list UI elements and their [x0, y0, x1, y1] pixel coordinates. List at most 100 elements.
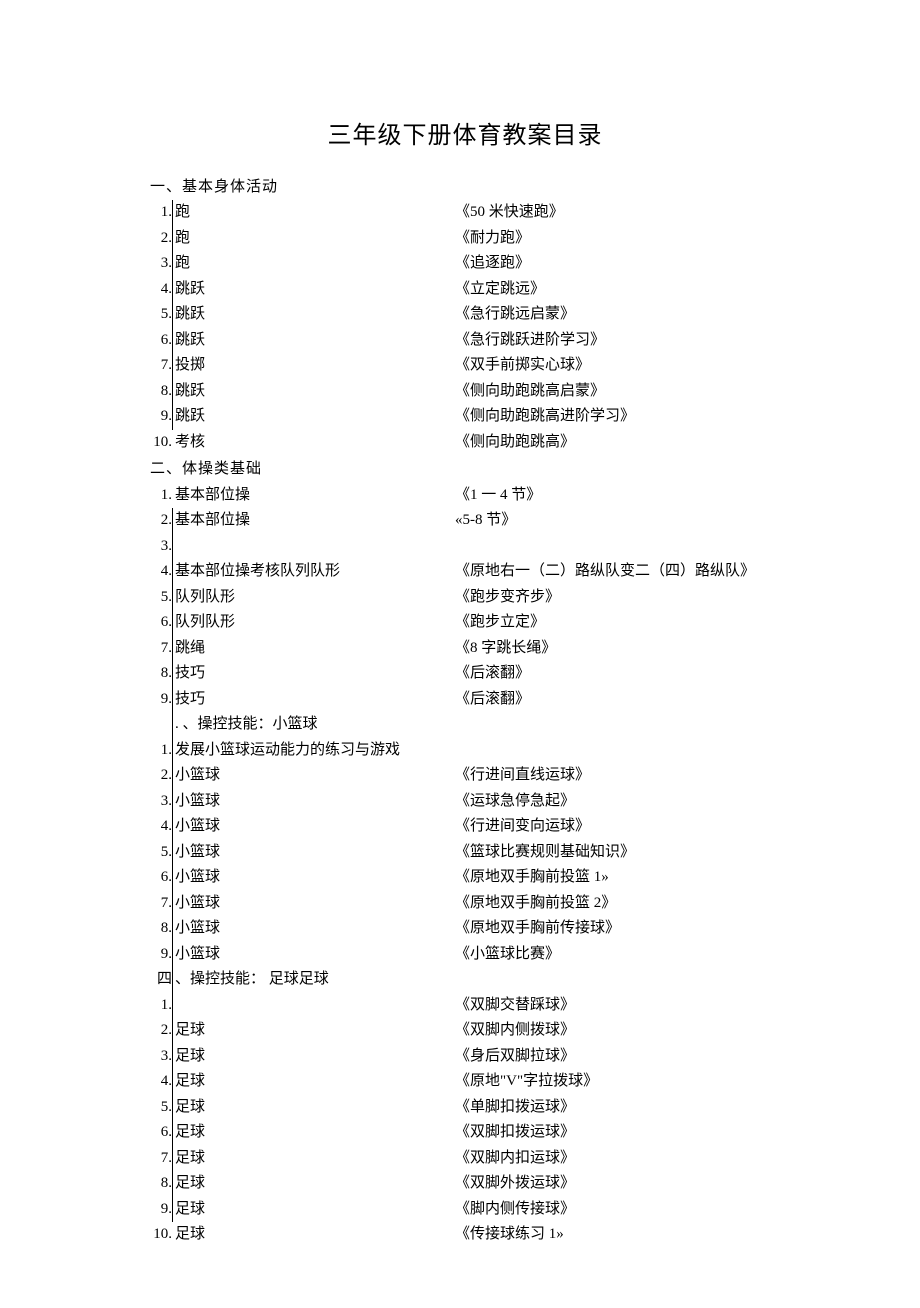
item-title: 《跑步立定》 — [455, 610, 780, 636]
item-title: 《行进间直线运球》 — [455, 763, 780, 789]
toc-row: 2.跑《耐力跑》 — [150, 226, 780, 252]
item-category: 基本部位操考核队列队形 — [172, 559, 455, 585]
item-number: 6. — [150, 865, 172, 891]
item-title: 《原地双手胸前传接球》 — [455, 916, 780, 942]
toc-row: 4.基本部位操考核队列队形《原地右一（二）路纵队变二（四）路纵队》 — [150, 559, 780, 585]
toc-row: 3.跑《追逐跑》 — [150, 251, 780, 277]
item-category: 足球 — [172, 1069, 455, 1095]
item-title: 《追逐跑》 — [455, 251, 780, 277]
toc-row: 7.小篮球《原地双手胸前投篮 2》 — [150, 891, 780, 917]
item-category: 跳跃 — [172, 379, 455, 405]
toc-row: 5.跳跃《急行跳远启蒙》 — [150, 302, 780, 328]
item-title: 《耐力跑》 — [455, 226, 780, 252]
toc-content: 一、基本身体活动1.跑《50 米快速跑》2.跑《耐力跑》3.跑《追逐跑》4.跳跃… — [150, 175, 780, 1248]
item-title: 《行进间变向运球》 — [455, 814, 780, 840]
item-category: 小篮球 — [172, 891, 455, 917]
section-heading: 二、体操类基础 — [150, 457, 780, 483]
toc-row: 8.足球《双脚外拨运球》 — [150, 1171, 780, 1197]
item-category: 足球 — [172, 1018, 455, 1044]
toc-row: 7.投掷《双手前掷实心球》 — [150, 353, 780, 379]
item-number: 6. — [150, 1120, 172, 1146]
item-number: 5. — [150, 840, 172, 866]
toc-row: 9.小篮球《小篮球比赛》 — [150, 942, 780, 968]
item-number: 3. — [150, 1044, 172, 1070]
item-title: 《传接球练习 1» — [455, 1222, 780, 1248]
toc-row: 7.足球《双脚内扣运球》 — [150, 1146, 780, 1172]
item-number: 8. — [150, 661, 172, 687]
item-title: 《立定跳远》 — [455, 277, 780, 303]
item-category: 足球 — [172, 1146, 455, 1172]
toc-row: 5.队列队形《跑步变齐步》 — [150, 585, 780, 611]
item-category: 跑 — [172, 200, 455, 226]
item-category: 小篮球 — [172, 789, 455, 815]
item-number: 4. — [150, 559, 172, 585]
toc-row: 1.《双脚交替踩球》 — [150, 993, 780, 1019]
item-category — [172, 534, 455, 560]
toc-row: 2.足球《双脚内侧拨球》 — [150, 1018, 780, 1044]
sub-heading: . 、操控技能：小篮球 — [150, 712, 780, 738]
item-title: 《跑步变齐步》 — [455, 585, 780, 611]
item-category: 足球 — [172, 1044, 455, 1070]
item-title: 《双脚内扣运球》 — [455, 1146, 780, 1172]
toc-row: 4.足球《原地"V"字拉拨球》 — [150, 1069, 780, 1095]
item-title: 《脚内侧传接球》 — [455, 1197, 780, 1223]
item-title: 《原地双手胸前投篮 1» — [455, 865, 780, 891]
item-category: 跳绳 — [172, 636, 455, 662]
toc-row: 6.小篮球《原地双手胸前投篮 1» — [150, 865, 780, 891]
item-number: 9. — [150, 687, 172, 713]
item-title: 《篮球比赛规则基础知识》 — [455, 840, 780, 866]
item-title: 《急行跳跃进阶学习》 — [455, 328, 780, 354]
toc-row: 3. — [150, 534, 780, 560]
item-category: 基本部位操 — [172, 508, 455, 534]
page-title: 三年级下册体育教案目录 — [150, 116, 780, 157]
item-number: 3. — [150, 789, 172, 815]
heading-text: 、操控技能： 足球足球 — [172, 967, 329, 993]
item-category: 跳跃 — [172, 328, 455, 354]
item-title: 《后滚翻》 — [455, 661, 780, 687]
item-category: 跳跃 — [172, 277, 455, 303]
toc-row: 5.足球《单脚扣拨运球》 — [150, 1095, 780, 1121]
item-title: 《双脚外拨运球》 — [455, 1171, 780, 1197]
toc-row: 9.足球《脚内侧传接球》 — [150, 1197, 780, 1223]
item-category: 基本部位操 — [172, 483, 455, 509]
item-title: 《侧向助跑跳高启蒙》 — [455, 379, 780, 405]
toc-row: 8.技巧《后滚翻》 — [150, 661, 780, 687]
item-title: «5-8 节》 — [455, 508, 780, 534]
item-title: 《运球急停急起》 — [455, 789, 780, 815]
item-number: 1. — [150, 483, 172, 509]
item-category: 投掷 — [172, 353, 455, 379]
toc-row: 6.队列队形《跑步立定》 — [150, 610, 780, 636]
item-category: 队列队形 — [172, 610, 455, 636]
item-title: 《侧向助跑跳高进阶学习》 — [455, 404, 780, 430]
item-number: 9. — [150, 1197, 172, 1223]
item-category: 足球 — [172, 1171, 455, 1197]
item-number: 1. — [150, 200, 172, 226]
item-number: 2. — [150, 763, 172, 789]
item-number: 1. — [150, 738, 172, 764]
toc-row: 2.小篮球《行进间直线运球》 — [150, 763, 780, 789]
item-category: 小篮球 — [172, 763, 455, 789]
item-category: 足球 — [172, 1120, 455, 1146]
toc-row: 6.足球《双脚扣拨运球》 — [150, 1120, 780, 1146]
toc-row: 9.跳跃《侧向助跑跳高进阶学习》 — [150, 404, 780, 430]
item-category: 跳跃 — [172, 302, 455, 328]
item-category: 跑 — [172, 226, 455, 252]
item-title: 《原地双手胸前投篮 2》 — [455, 891, 780, 917]
item-title — [455, 738, 780, 764]
section-heading: 一、基本身体活动 — [150, 175, 780, 201]
item-title: 《8 字跳长绳》 — [455, 636, 780, 662]
item-title: 《单脚扣拨运球》 — [455, 1095, 780, 1121]
item-category: 足球 — [172, 1197, 455, 1223]
item-category: 队列队形 — [172, 585, 455, 611]
toc-row: 8.跳跃《侧向助跑跳高启蒙》 — [150, 379, 780, 405]
item-number: 6. — [150, 328, 172, 354]
item-category: 跳跃 — [172, 404, 455, 430]
item-title: 《原地"V"字拉拨球》 — [455, 1069, 780, 1095]
item-number: 3. — [150, 251, 172, 277]
item-number: 3. — [150, 534, 172, 560]
toc-row: 1.发展小篮球运动能力的练习与游戏 — [150, 738, 780, 764]
item-number: 5. — [150, 302, 172, 328]
item-number: 1. — [150, 993, 172, 1019]
item-number: 7. — [150, 1146, 172, 1172]
item-category: 小篮球 — [172, 942, 455, 968]
